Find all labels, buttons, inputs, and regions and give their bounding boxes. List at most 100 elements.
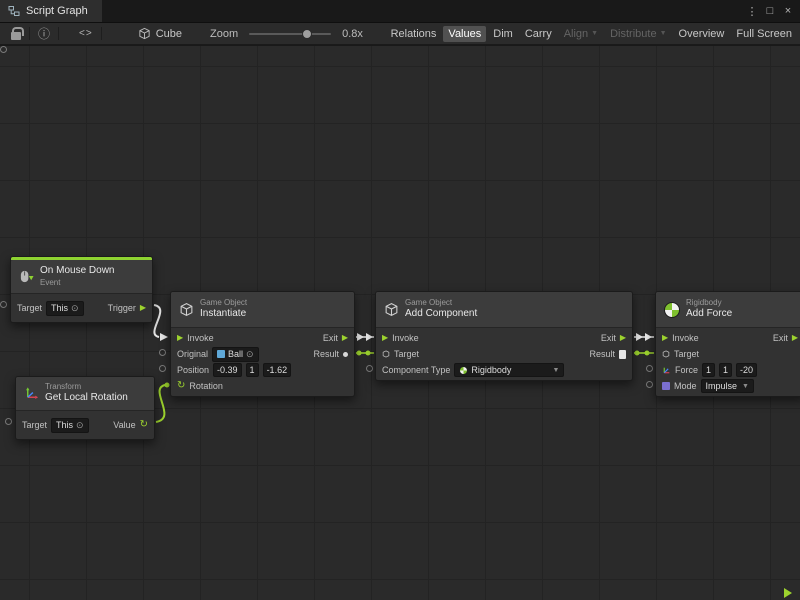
node-category: Game Object <box>405 298 477 308</box>
invoke-input-port-icon[interactable]: ▶ <box>177 334 183 342</box>
game-object-icon <box>179 302 194 317</box>
input-port[interactable] <box>159 349 166 356</box>
window-controls: ⋮ □ × <box>744 0 800 22</box>
position-x-field[interactable]: -0.39 <box>213 363 242 377</box>
node-row: ▶ Invoke Exit ▶ <box>656 330 800 346</box>
zoom-slider-handle[interactable] <box>302 29 312 39</box>
rotation-input-port-icon[interactable]: ↻ <box>177 381 185 391</box>
chevron-down-icon: ▼ <box>742 383 749 390</box>
node-row: Component Type Rigidbody ▼ <box>376 362 632 378</box>
mode-label: Mode <box>674 381 697 391</box>
connection-arrow-icon <box>645 333 652 341</box>
prefab-icon <box>217 350 225 358</box>
component-type-value: Rigidbody <box>471 365 511 375</box>
result-output-port-icon[interactable] <box>343 352 348 357</box>
force-z-field[interactable]: -20 <box>736 363 757 377</box>
object-picker-icon[interactable]: ⊙ <box>246 349 254 360</box>
target-label: Target <box>22 420 47 430</box>
component-type-dropdown[interactable]: Rigidbody ▼ <box>454 363 564 377</box>
fullscreen-button[interactable]: Full Screen <box>731 26 797 42</box>
object-picker-icon[interactable]: ⊙ <box>76 420 84 431</box>
chevron-down-icon: ▼ <box>660 30 667 37</box>
input-port[interactable] <box>0 46 7 53</box>
node-row: Target This ⊙ Trigger ▶ <box>11 296 152 320</box>
window-titlebar: Script Graph ⋮ □ × <box>0 0 800 22</box>
values-button[interactable]: Values <box>443 26 486 42</box>
close-button[interactable]: × <box>780 2 796 20</box>
input-port[interactable] <box>366 365 373 372</box>
node-row: Force 1 1 -20 <box>656 362 800 378</box>
target-object-value: This <box>51 303 68 313</box>
input-port[interactable] <box>159 365 166 372</box>
invoke-input-port-icon[interactable]: ▶ <box>382 334 388 342</box>
relations-button[interactable]: Relations <box>386 26 442 42</box>
position-z-field[interactable]: -1.62 <box>263 363 292 377</box>
dim-button[interactable]: Dim <box>488 26 518 42</box>
align-dropdown[interactable]: Align ▼ <box>559 26 603 42</box>
toolbar-separator <box>101 27 102 40</box>
mode-dropdown[interactable]: Impulse ▼ <box>701 379 754 393</box>
zoom-value: 0.8x <box>337 23 368 44</box>
game-object-icon <box>384 302 399 317</box>
fullscreen-label: Full Screen <box>736 28 792 40</box>
trigger-label: Trigger <box>108 303 136 313</box>
overview-button[interactable]: Overview <box>674 26 730 42</box>
position-y-field[interactable]: 1 <box>246 363 259 377</box>
value-label: Value <box>113 420 135 430</box>
node-instantiate[interactable]: Game Object Instantiate ▶ Invoke Exit ▶ … <box>170 291 355 397</box>
node-title: Get Local Rotation <box>45 392 128 405</box>
window-menu-button[interactable]: ⋮ <box>744 2 760 20</box>
node-on-mouse-down[interactable]: On Mouse Down Event Target This ⊙ Trigge… <box>10 256 153 323</box>
force-z-value: -20 <box>740 365 753 375</box>
rigidbody-icon <box>664 302 680 318</box>
force-x-field[interactable]: 1 <box>702 363 715 377</box>
rigidbody-icon <box>459 366 468 375</box>
values-label: Values <box>448 28 481 40</box>
graph-canvas[interactable]: On Mouse Down Event Target This ⊙ Trigge… <box>0 46 800 600</box>
force-y-field[interactable]: 1 <box>719 363 732 377</box>
rotation-value-port-icon[interactable]: ↻ <box>140 420 148 430</box>
exit-label: Exit <box>773 333 788 343</box>
object-picker-icon[interactable]: ⊙ <box>71 303 79 314</box>
position-label: Position <box>177 365 209 375</box>
zoom-label: Zoom <box>205 23 243 44</box>
exit-output-port-icon[interactable]: ▶ <box>342 334 348 342</box>
carry-button[interactable]: Carry <box>520 26 557 42</box>
mode-value: Impulse <box>706 381 738 391</box>
node-add-force[interactable]: Rigidbody Add Force ▶ Invoke Exit ▶ Targ… <box>655 291 800 397</box>
value-wire[interactable] <box>156 385 165 422</box>
exit-output-port-icon[interactable]: ▶ <box>620 334 626 342</box>
graph-asset-icon <box>138 27 151 40</box>
target-object-field[interactable]: This ⊙ <box>46 301 84 316</box>
node-title: Add Component <box>405 308 477 321</box>
target-object-field[interactable]: This ⊙ <box>51 418 89 433</box>
invoke-input-port-icon[interactable]: ▶ <box>662 334 668 342</box>
edit-source-button[interactable]: <> <box>74 23 98 44</box>
tab-script-graph[interactable]: Script Graph <box>0 0 102 22</box>
node-get-local-rotation[interactable]: Transform Get Local Rotation Target This… <box>15 376 155 440</box>
info-button[interactable]: ⓘ <box>33 23 55 44</box>
value-port-dot <box>645 351 650 356</box>
distribute-label: Distribute <box>610 28 656 40</box>
lock-button[interactable] <box>6 23 26 44</box>
graph-breadcrumb[interactable]: Cube <box>133 23 187 44</box>
control-wire[interactable] <box>154 305 160 337</box>
node-subtitle: Event <box>40 278 114 288</box>
input-port[interactable] <box>0 301 7 308</box>
invoke-label: Invoke <box>187 333 214 343</box>
input-port[interactable] <box>646 381 653 388</box>
distribute-dropdown[interactable]: Distribute ▼ <box>605 26 671 42</box>
connection-arrow-icon <box>366 333 373 341</box>
exit-output-port-icon[interactable]: ▶ <box>792 334 798 342</box>
input-port[interactable] <box>5 418 12 425</box>
value-port-dot <box>165 383 170 388</box>
component-result-port-icon[interactable] <box>619 350 626 359</box>
node-add-component[interactable]: Game Object Add Component ▶ Invoke Exit … <box>375 291 633 381</box>
trigger-output-port-icon[interactable]: ▶ <box>140 304 146 312</box>
input-port[interactable] <box>646 365 653 372</box>
zoom-slider[interactable] <box>249 33 331 35</box>
force-label: Force <box>675 365 698 375</box>
maximize-button[interactable]: □ <box>762 2 778 20</box>
transform-icon <box>24 386 39 401</box>
original-object-field[interactable]: Ball ⊙ <box>212 347 259 362</box>
